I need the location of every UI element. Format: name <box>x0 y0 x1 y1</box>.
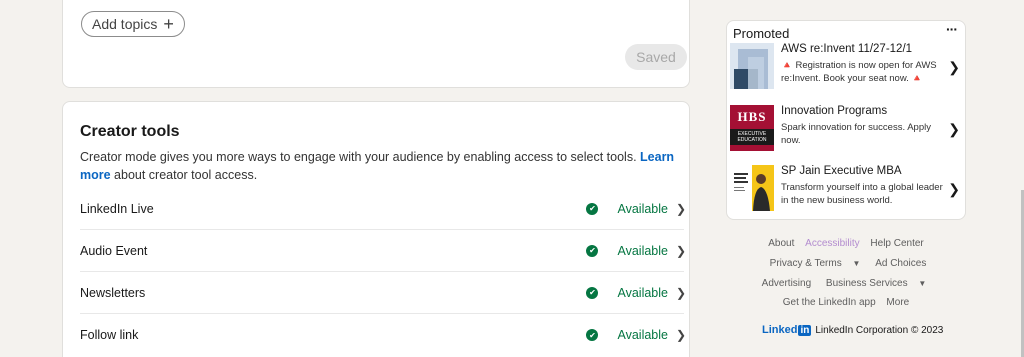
chevron-right-icon[interactable]: ❯ <box>676 286 686 300</box>
tool-status: Available <box>617 285 668 300</box>
footer-privacy-terms-link[interactable]: Privacy & Terms ▼ <box>766 258 865 269</box>
check-circle-icon: ✔ <box>586 202 599 215</box>
caret-down-icon: ▼ <box>918 279 927 288</box>
footer-advertising-link[interactable]: Advertising <box>762 278 811 289</box>
tool-status: Available <box>617 201 668 216</box>
chevron-right-icon: ❯ <box>948 59 960 75</box>
tool-row-newsletters[interactable]: Newsletters ✔ Available ❯ <box>80 272 686 314</box>
tool-row-linkedin-live[interactable]: LinkedIn Live ✔ Available ❯ <box>80 188 686 230</box>
plus-icon: + <box>163 14 174 34</box>
privacy-terms-label: Privacy & Terms <box>769 258 842 269</box>
description-text-post: about creator tool access. <box>110 168 258 182</box>
more-options-icon[interactable]: ··· <box>946 21 958 37</box>
hbs-logo-subtext: EXECUTIVE EDUCATION <box>730 129 774 145</box>
ad-title: Innovation Programs <box>781 105 888 117</box>
tool-name: Follow link <box>80 328 139 342</box>
aws-ad-thumbnail <box>730 43 774 89</box>
footer-get-app-link[interactable]: Get the LinkedIn app <box>783 297 876 308</box>
linkedin-logo: Linked in <box>762 324 812 336</box>
tool-status: Available <box>617 328 668 342</box>
hbs-logo: HBS EXECUTIVE EDUCATION <box>730 105 774 151</box>
footer-business-services-link[interactable]: Business Services ▼ <box>822 278 930 289</box>
hbs-logo-text: HBS <box>737 109 767 124</box>
linkedin-logo-word: Linked <box>762 324 798 336</box>
ad-title: AWS re:Invent 11/27-12/1 <box>781 43 913 55</box>
footer-row-1: About Accessibility Help Center <box>726 238 966 249</box>
chevron-right-icon: ❯ <box>948 181 960 197</box>
saved-button[interactable]: Saved <box>625 44 687 70</box>
ad-body: 🔺 Registration is now open for AWS re:In… <box>781 60 937 84</box>
business-services-label: Business Services <box>825 278 908 289</box>
chevron-right-icon[interactable]: ❯ <box>676 328 686 342</box>
ad-body: Spark innovation for success. Apply now. <box>781 122 931 146</box>
ad-title: SP Jain Executive MBA <box>781 165 902 177</box>
sp-jain-ad-thumbnail <box>730 165 774 211</box>
tool-row-follow-link[interactable]: Follow link ✔ Available ❯ <box>80 314 686 356</box>
chevron-right-icon[interactable]: ❯ <box>676 202 686 216</box>
add-topics-button[interactable]: Add topics + <box>81 11 185 37</box>
footer-about-link[interactable]: About <box>768 238 794 249</box>
chevron-right-icon: ❯ <box>948 121 960 137</box>
footer-help-center-link[interactable]: Help Center <box>870 238 923 249</box>
tool-name: Audio Event <box>80 243 148 258</box>
check-circle-icon: ✔ <box>586 329 599 341</box>
caret-down-icon: ▼ <box>852 259 861 268</box>
promoted-heading: Promoted <box>733 26 790 41</box>
footer-row-3: Advertising Business Services ▼ <box>726 278 966 289</box>
footer-more-link[interactable]: More <box>886 297 909 308</box>
linkedin-logo-in: in <box>798 324 812 336</box>
tool-name: LinkedIn Live <box>80 201 154 216</box>
promoted-card: Promoted ··· AWS re:Invent 11/27-12/1 🔺 … <box>726 20 966 220</box>
check-circle-icon: ✔ <box>586 286 599 299</box>
footer-accessibility-link[interactable]: Accessibility <box>805 238 859 249</box>
check-circle-icon: ✔ <box>586 244 599 257</box>
ad-item-sp-jain[interactable]: SP Jain Executive MBA Transform yourself… <box>730 165 964 213</box>
ad-item-hbs[interactable]: HBS EXECUTIVE EDUCATION Innovation Progr… <box>730 105 964 153</box>
topics-card: Add topics + Saved <box>62 0 690 88</box>
footer-row-2: Privacy & Terms ▼ Ad Choices <box>726 258 966 269</box>
add-topics-label: Add topics <box>92 16 158 32</box>
footer-ad-choices-link[interactable]: Ad Choices <box>875 258 926 269</box>
creator-tools-title: Creator tools <box>80 123 180 140</box>
ad-body: Transform yourself into a global leader … <box>781 182 943 206</box>
tool-status: Available <box>617 243 668 258</box>
description-text-pre: Creator mode gives you more ways to enga… <box>80 150 641 164</box>
chevron-right-icon[interactable]: ❯ <box>676 244 686 258</box>
footer-brand: Linked in LinkedIn Corporation © 2023 <box>762 324 943 336</box>
footer-row-4: Get the LinkedIn app More <box>726 297 966 308</box>
tool-row-audio-event[interactable]: Audio Event ✔ Available ❯ <box>80 230 686 272</box>
tool-name: Newsletters <box>80 285 146 300</box>
creator-tools-card: Creator tools Creator mode gives you mor… <box>62 101 690 357</box>
copyright-text: LinkedIn Corporation © 2023 <box>815 324 944 336</box>
creator-tools-description: Creator mode gives you more ways to enga… <box>80 148 680 184</box>
ad-item-aws[interactable]: AWS re:Invent 11/27-12/1 🔺 Registration … <box>730 43 964 91</box>
